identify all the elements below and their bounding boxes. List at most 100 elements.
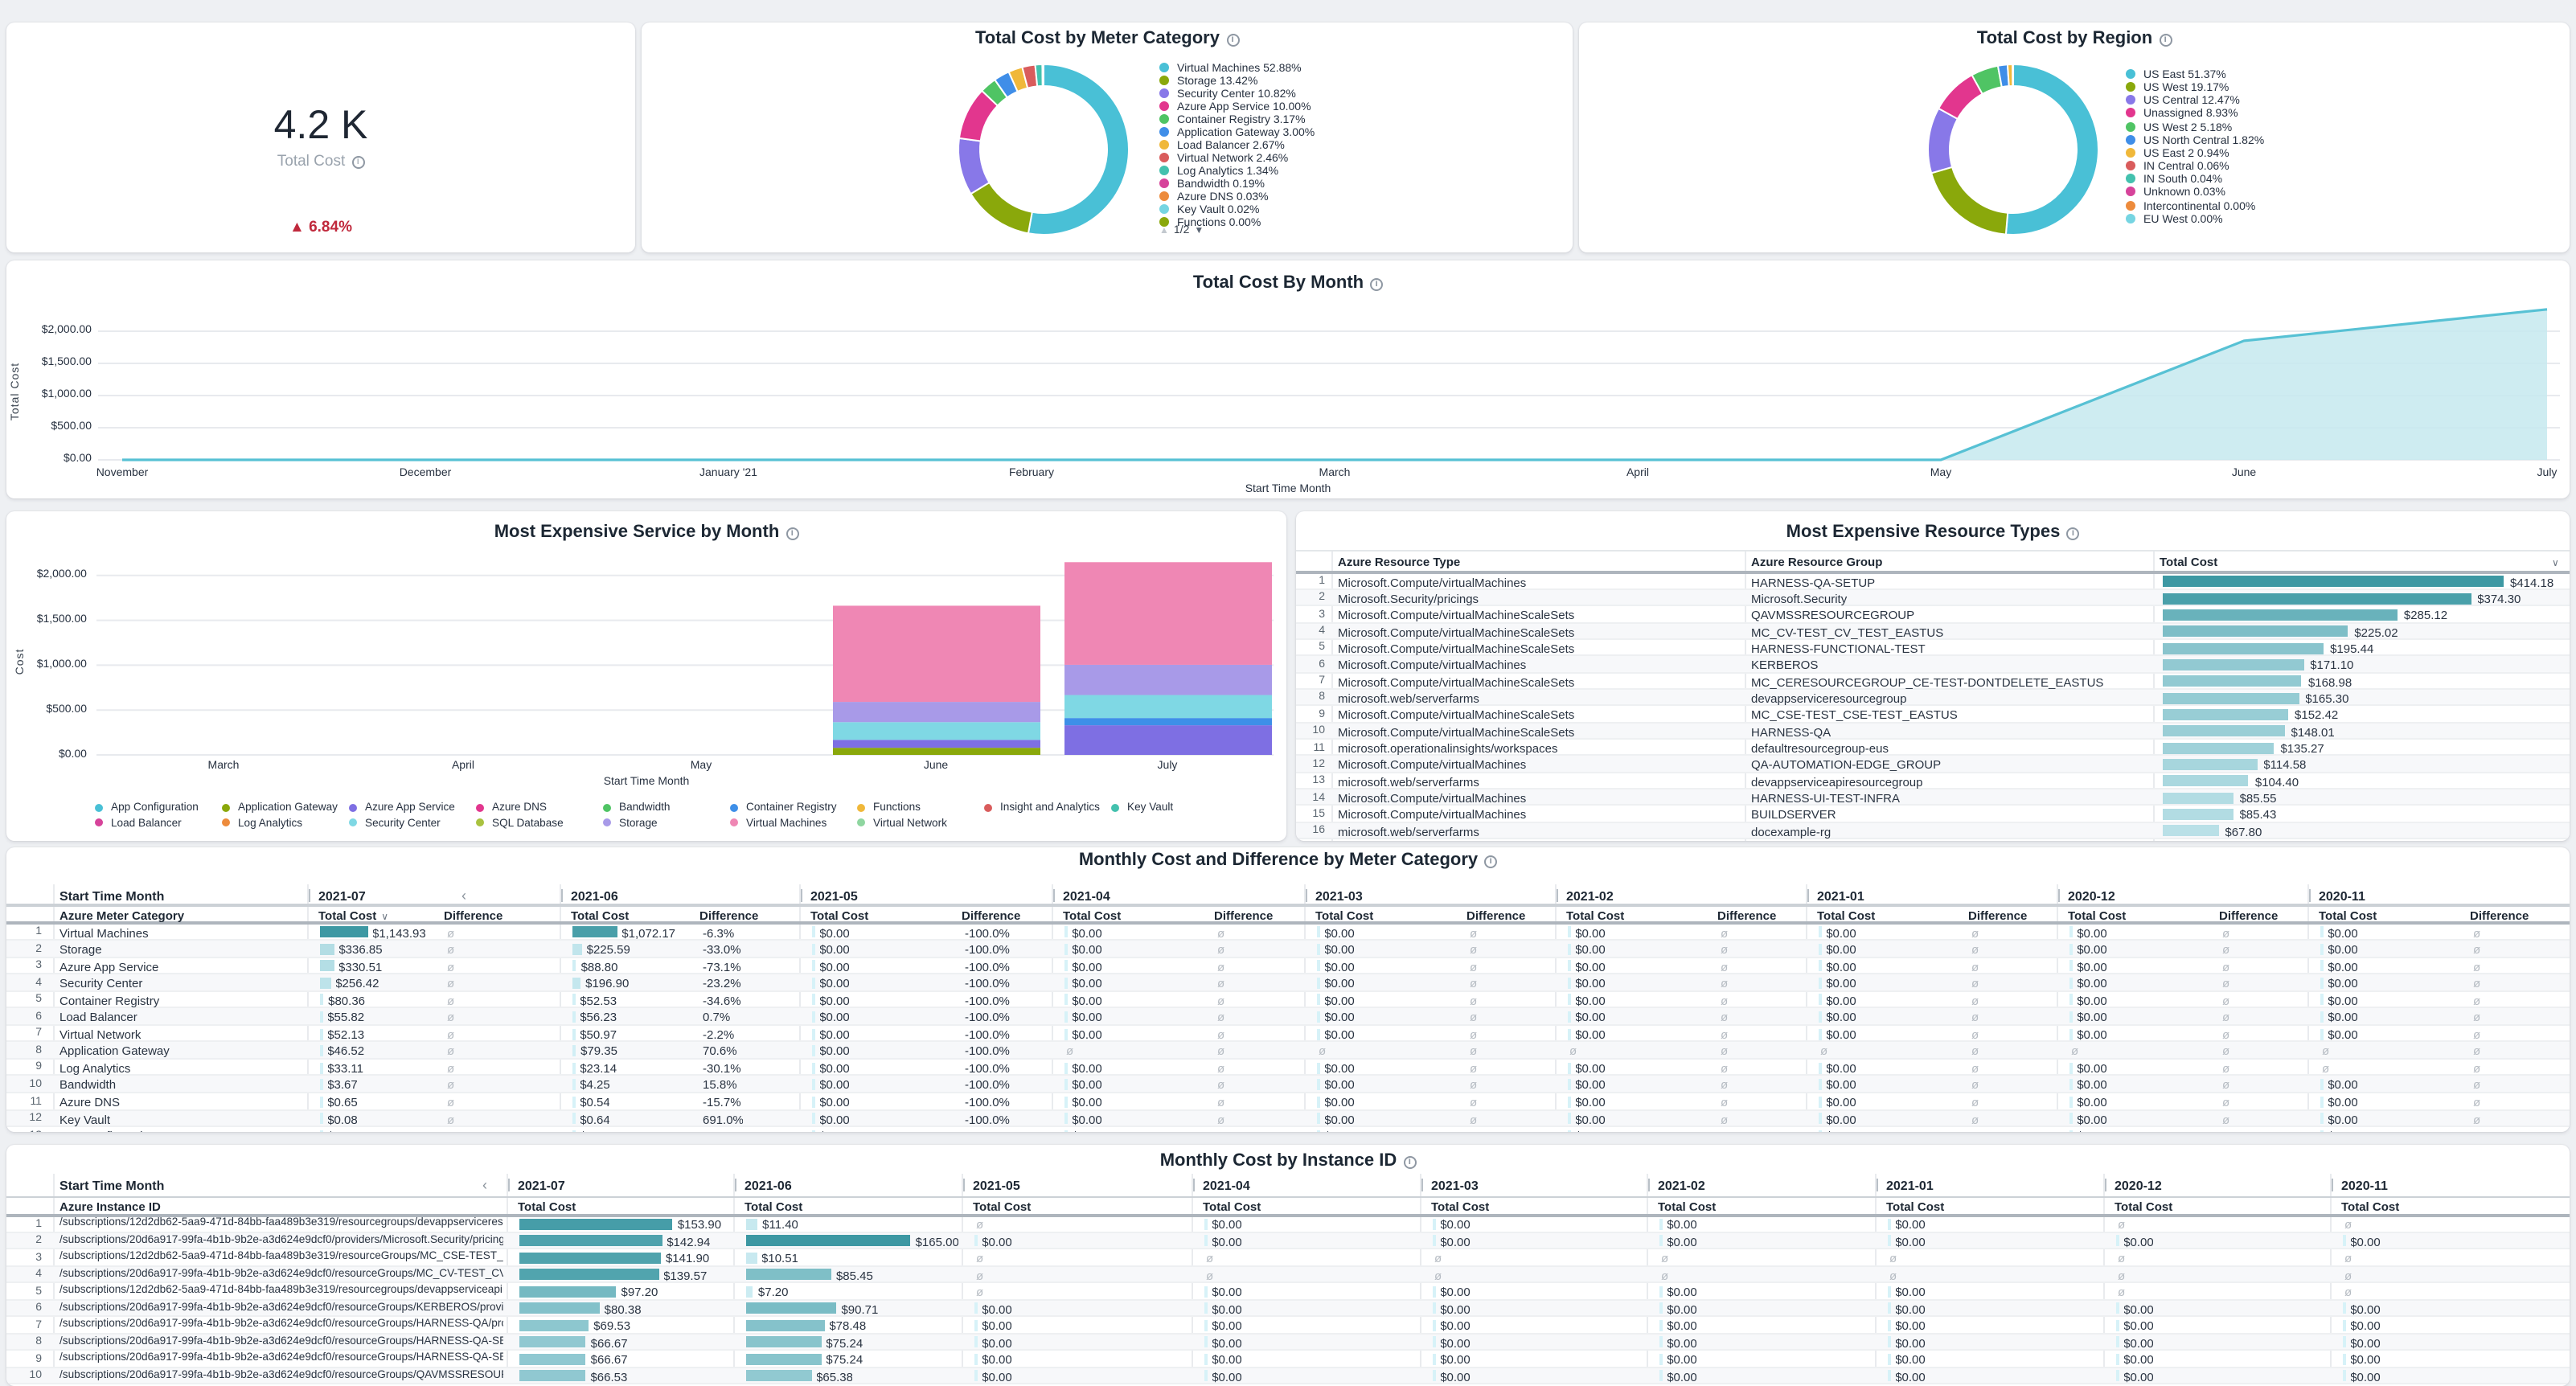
table-row[interactable]: 12Microsoft.Compute/virtualMachinesQA-AU… [1296, 757, 2570, 773]
table-row[interactable]: 1Microsoft.Compute/virtualMachinesHARNES… [1296, 573, 2570, 590]
legend-item[interactable]: EU West 0.00% [2126, 213, 2223, 225]
col-header-total-cost[interactable]: Total Cost [1566, 908, 1624, 923]
table-row[interactable]: 10Bandwidth$3.67ø$4.2515.8%$0.00-100.0%$… [6, 1076, 2570, 1093]
legend-item[interactable]: Intercontinental 0.00% [2126, 200, 2255, 212]
table-row[interactable]: 5Microsoft.Compute/virtualMachineScaleSe… [1296, 640, 2570, 657]
table-row[interactable]: 7Virtual Network$52.13ø$50.97-2.2%$0.00-… [6, 1026, 2570, 1043]
legend-item[interactable]: US West 2 5.18% [2126, 121, 2232, 133]
legend-item[interactable]: Unknown 0.03% [2126, 187, 2225, 199]
legend-item[interactable]: Virtual Network 2.46% [1159, 152, 1288, 164]
table-row[interactable]: 4/subscriptions/20d6a917-99fa-4b1b-9b2e-… [6, 1266, 2570, 1283]
col-header-total-cost[interactable]: Total Cost [1886, 1199, 1944, 1214]
legend-item[interactable]: Virtual Network [857, 818, 947, 829]
col-header-total-cost[interactable]: Total Cost [1658, 1199, 1716, 1214]
legend-item[interactable]: Azure DNS [476, 802, 547, 814]
col-header-total-cost[interactable]: Total Cost [1431, 1199, 1489, 1214]
legend-item[interactable]: IN Central 0.06% [2126, 161, 2229, 173]
area-chart[interactable] [6, 260, 2570, 498]
table-row[interactable]: 9Microsoft.Compute/virtualMachineScaleSe… [1296, 707, 2570, 724]
table-row[interactable]: 10/subscriptions/20d6a917-99fa-4b1b-9b2e… [6, 1368, 2570, 1384]
legend-item[interactable]: Container Registry 3.17% [1159, 113, 1306, 125]
legend-item[interactable]: Security Center 10.82% [1159, 88, 1296, 100]
table-row[interactable]: 12Key Vault$0.08ø$0.64691.0%$0.00-100.0%… [6, 1110, 2570, 1127]
table-row[interactable]: 6/subscriptions/20d6a917-99fa-4b1b-9b2e-… [6, 1300, 2570, 1317]
table-row[interactable]: 7/subscriptions/20d6a917-99fa-4b1b-9b2e-… [6, 1317, 2570, 1334]
table-row[interactable]: 13microsoft.web/serverfarmsdevappservice… [1296, 773, 2570, 789]
table-row[interactable]: 1Virtual Machines$1,143.93ø$1,072.17-6.3… [6, 924, 2570, 941]
table-row[interactable]: 9/subscriptions/20d6a917-99fa-4b1b-9b2e-… [6, 1351, 2570, 1368]
legend-item[interactable]: Application Gateway [222, 802, 338, 814]
legend-item[interactable]: US East 51.37% [2126, 69, 2226, 81]
col-header-total-cost[interactable]: Total Cost [973, 1199, 1031, 1214]
chevron-left-icon[interactable]: ‹ [482, 1177, 487, 1193]
legend-item[interactable]: Virtual Machines [730, 818, 827, 829]
page-up-icon[interactable]: ▲ [1159, 227, 1169, 236]
col-header-difference[interactable]: Difference [1968, 908, 2027, 923]
legend-item[interactable]: IN South 0.04% [2126, 174, 2222, 186]
col-header-total-cost[interactable]: Total Cost [1203, 1199, 1261, 1214]
legend-item[interactable]: US East 2 0.94% [2126, 148, 2229, 160]
col-header-total-cost[interactable]: Total Cost [1315, 908, 1373, 923]
col-header-total-cost[interactable]: Total Cost [2115, 1199, 2172, 1214]
table-row[interactable]: 2Storage$336.85ø$225.59-33.0%$0.00-100.0… [6, 941, 2570, 957]
col-header-difference[interactable]: Difference [444, 908, 502, 923]
table-row[interactable]: 9Log Analytics$33.11ø$23.14-30.1%$0.00-1… [6, 1060, 2570, 1076]
legend-item[interactable]: Load Balancer 2.67% [1159, 139, 1285, 151]
table-row[interactable]: 5/subscriptions/12d2db62-5aa9-471d-84bb-… [6, 1283, 2570, 1300]
col-header-difference[interactable]: Difference [1717, 908, 1776, 923]
col-header-difference[interactable]: Difference [699, 908, 758, 923]
sort-icon[interactable]: ∨ [381, 913, 388, 923]
table-row[interactable]: 15Microsoft.Compute/virtualMachinesBUILD… [1296, 806, 2570, 823]
col-header-total-cost[interactable]: Total Cost [1817, 908, 1875, 923]
table-row[interactable]: 8Application Gateway$46.52ø$79.3570.6%$0… [6, 1043, 2570, 1060]
legend-item[interactable]: Bandwidth [603, 802, 671, 814]
table-row[interactable]: 10Microsoft.Compute/virtualMachineScaleS… [1296, 723, 2570, 740]
table-row[interactable]: 8microsoft.web/serverfarmsdevappservicer… [1296, 690, 2570, 707]
legend-item[interactable]: US Central 12.47% [2126, 96, 2240, 108]
legend-item[interactable]: Security Center [349, 818, 441, 829]
info-icon[interactable]: i [351, 156, 364, 169]
col-header-total-cost[interactable]: Total Cost [2319, 908, 2377, 923]
table-row[interactable]: 14Microsoft.Compute/virtualMachinesHARNE… [1296, 789, 2570, 806]
table-row[interactable]: 4Security Center$256.42ø$196.90-23.2%$0.… [6, 974, 2570, 991]
legend-item[interactable]: Key Vault [1111, 802, 1173, 814]
legend-item[interactable]: US North Central 1.82% [2126, 135, 2264, 147]
legend-item[interactable]: Log Analytics [222, 818, 302, 829]
legend-item[interactable]: Log Analytics 1.34% [1159, 165, 1278, 177]
table-row[interactable]: 7Microsoft.Compute/virtualMachineScaleSe… [1296, 673, 2570, 690]
table-row[interactable]: 3Microsoft.Compute/virtualMachineScaleSe… [1296, 606, 2570, 623]
table-row[interactable]: 6Load Balancer$55.82ø$56.230.7%$0.00-100… [6, 1009, 2570, 1026]
col-header-total-cost[interactable]: Total Cost∨ [318, 908, 388, 923]
legend-item[interactable]: Bandwidth 0.19% [1159, 178, 1265, 190]
table-row[interactable]: 2/subscriptions/20d6a917-99fa-4b1b-9b2e-… [6, 1232, 2570, 1249]
col-header-difference[interactable]: Difference [962, 908, 1020, 923]
legend-item[interactable]: App Configuration [95, 802, 199, 814]
legend-item[interactable]: Azure App Service [349, 802, 455, 814]
page-down-icon[interactable]: ▼ [1194, 227, 1204, 236]
legend-item[interactable]: Key Vault 0.02% [1159, 203, 1260, 215]
table-row[interactable]: 4Microsoft.Compute/virtualMachineScaleSe… [1296, 623, 2570, 640]
legend-item[interactable]: US West 19.17% [2126, 82, 2229, 94]
col-header-total-cost[interactable]: Total Cost [518, 1199, 576, 1214]
legend-item[interactable]: Application Gateway 3.00% [1159, 126, 1315, 138]
legend-item[interactable]: Azure DNS 0.03% [1159, 191, 1269, 203]
legend-item[interactable]: Storage 13.42% [1159, 75, 1257, 87]
col-header-total-cost[interactable]: Total Cost [2341, 1199, 2399, 1214]
legend-item[interactable]: Azure App Service 10.00% [1159, 100, 1311, 113]
table-row[interactable]: 11microsoft.operationalinsights/workspac… [1296, 740, 2570, 757]
table-row[interactable]: 8/subscriptions/20d6a917-99fa-4b1b-9b2e-… [6, 1334, 2570, 1351]
chevron-left-icon[interactable]: ‹ [461, 888, 466, 904]
legend-item[interactable]: Container Registry [730, 802, 837, 814]
legend-item[interactable]: Unassigned 8.93% [2126, 109, 2238, 121]
col-header-total-cost[interactable]: Total Cost [2068, 908, 2126, 923]
table-row[interactable]: 5Container Registry$80.36ø$52.53-34.6%$0… [6, 991, 2570, 1008]
col-header-total-cost[interactable]: Total Cost [744, 1199, 802, 1214]
col-header-difference[interactable]: Difference [2219, 908, 2278, 923]
legend-item[interactable]: SQL Database [476, 818, 564, 829]
table-row[interactable]: 16microsoft.web/serverfarmsdocexample-rg… [1296, 823, 2570, 840]
table-row[interactable]: 11Azure DNS$0.65ø$0.54-15.7%$0.00-100.0%… [6, 1093, 2570, 1110]
legend-item[interactable]: Insight and Analytics [984, 802, 1100, 814]
col-header-difference[interactable]: Difference [2470, 908, 2529, 923]
table-row[interactable]: 13App Configuration$0.00ø$0.00ø$0.00ø$0.… [6, 1127, 2570, 1132]
legend-item[interactable]: Load Balancer [95, 818, 182, 829]
